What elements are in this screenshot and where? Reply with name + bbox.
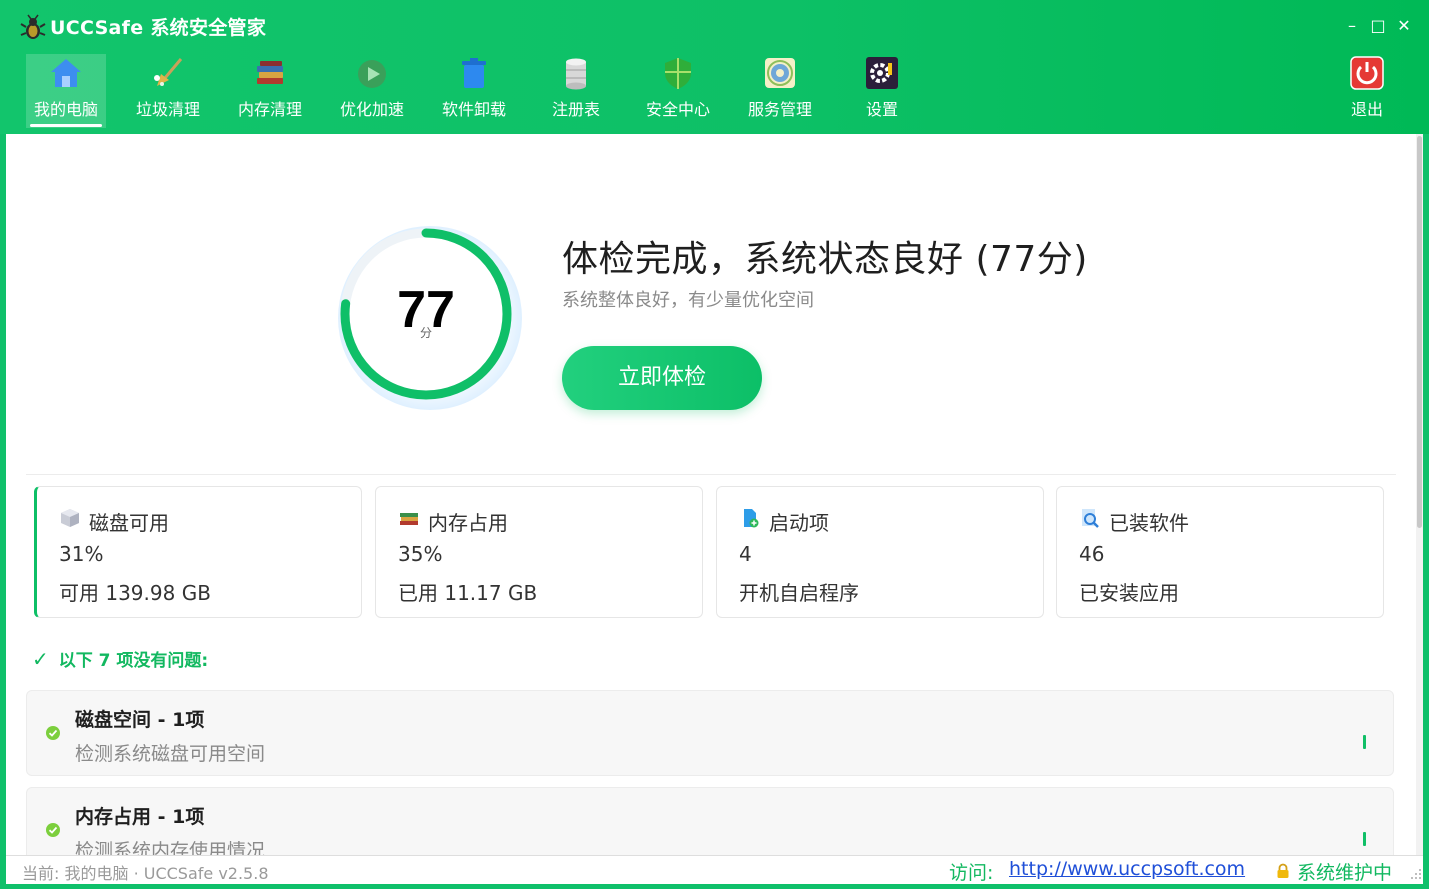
visit-label: 访问: — [949, 862, 994, 884]
stat-subtext: 已安装应用 — [1079, 581, 1179, 605]
home-icon — [51, 59, 81, 87]
nav-label: 注册表 — [551, 100, 600, 119]
database-icon — [566, 58, 586, 90]
nav-label: 优化加速 — [339, 100, 404, 119]
start-check-button[interactable]: 立即体检 — [562, 346, 762, 410]
nav-label: 软件卸载 — [441, 100, 506, 119]
books-icon — [257, 61, 283, 84]
gear-icon — [866, 57, 898, 89]
nav-item-registry[interactable]: 注册表 — [536, 54, 616, 128]
stat-subtext: 可用 139.98 GB — [59, 581, 211, 605]
nav-item-optimize[interactable]: 优化加速 — [332, 54, 412, 128]
check-circle-icon — [46, 726, 60, 740]
minimize-button[interactable]: – — [1343, 17, 1361, 35]
check-item-desc: 检测系统内存使用情况 — [75, 840, 266, 855]
stat-value: 35% — [398, 542, 443, 566]
software-search-icon — [1082, 509, 1099, 528]
check-item[interactable]: 磁盘空间 - 1项 检测系统磁盘可用空间 — [26, 690, 1394, 776]
scrollbar-thumb[interactable] — [1417, 136, 1422, 528]
website-link[interactable]: http://www.uccpsoft.com — [1009, 858, 1245, 880]
services-icon — [765, 58, 795, 88]
broom-icon — [154, 58, 183, 86]
nav-item-junk-clean[interactable]: 垃圾清理 — [128, 54, 208, 128]
stat-value: 31% — [59, 542, 104, 566]
resize-grip-icon[interactable] — [1410, 868, 1422, 880]
status-bar: 当前: 我的电脑 · UCCSafe v2.5.8 访问: http://www… — [6, 855, 1423, 884]
power-icon — [1350, 56, 1384, 90]
main-content[interactable]: 77 分 体检完成，系统状态良好 (77分) 系统整体良好，有少量优化空间 立即… — [6, 134, 1423, 855]
active-tab-indicator — [30, 124, 102, 127]
lock-icon — [1277, 863, 1289, 878]
current-location: 当前: 我的电脑 · UCCSafe v2.5.8 — [22, 864, 269, 883]
checkmark-icon: ✓ — [32, 647, 49, 671]
disk-icon — [61, 509, 79, 527]
stat-title: 已装软件 — [1109, 511, 1189, 535]
nav-label: 垃圾清理 — [135, 100, 200, 119]
header: UCCSafe 系统安全管家 – □ ✕ 我的电脑 垃圾清理 内存清理 优化加速… — [0, 0, 1429, 134]
stat-subtext: 开机自启程序 — [739, 581, 859, 605]
page-title: 体检完成，系统状态良好 (77分) — [562, 239, 1088, 280]
nav-label: 安全中心 — [645, 100, 710, 119]
status-indicator — [1363, 832, 1366, 846]
nav-item-memory-clean[interactable]: 内存清理 — [230, 54, 310, 128]
stat-card-software[interactable]: 已装软件 46 已安装应用 — [1056, 486, 1384, 618]
check-circle-icon — [46, 823, 60, 837]
summary-subtitle: 系统整体良好，有少量优化空间 — [562, 290, 814, 311]
startup-file-icon — [744, 509, 759, 528]
trash-icon — [462, 58, 486, 88]
check-item-desc: 检测系统磁盘可用空间 — [75, 743, 266, 765]
stat-value: 46 — [1079, 542, 1105, 566]
nav-item-uninstall[interactable]: 软件卸载 — [434, 54, 514, 128]
nav-label: 内存清理 — [237, 100, 302, 119]
stat-title: 磁盘可用 — [89, 511, 169, 535]
score-unit: 分 — [419, 326, 432, 340]
no-issues-heading: ✓ 以下 7 项没有问题: — [32, 646, 208, 671]
maximize-button[interactable]: □ — [1369, 17, 1387, 35]
nav-label: 设置 — [865, 100, 898, 119]
stat-title: 内存占用 — [428, 511, 508, 535]
nav-item-settings[interactable]: 设置 — [842, 54, 922, 128]
nav-label: 服务管理 — [747, 100, 812, 119]
check-item[interactable]: 内存占用 - 1项 检测系统内存使用情况 — [26, 787, 1394, 855]
stat-title: 启动项 — [769, 511, 829, 535]
stat-card-startup[interactable]: 启动项 4 开机自启程序 — [716, 486, 1044, 618]
stat-card-disk[interactable]: 磁盘可用 31% 可用 139.98 GB — [34, 486, 362, 618]
stat-card-memory[interactable]: 内存占用 35% 已用 11.17 GB — [375, 486, 703, 618]
divider — [26, 474, 1396, 475]
bug-logo-icon — [20, 14, 46, 39]
app-window: UCCSafe 系统安全管家 – □ ✕ 我的电脑 垃圾清理 内存清理 优化加速… — [0, 0, 1429, 889]
nav-item-my-computer[interactable]: 我的电脑 — [26, 54, 106, 128]
status-indicator — [1363, 735, 1366, 749]
stat-value: 4 — [739, 542, 752, 566]
no-issues-text: 以下 7 项没有问题: — [58, 651, 209, 671]
maintenance-status: 系统维护中 — [1297, 862, 1393, 884]
play-icon — [358, 60, 386, 88]
memory-books-icon — [400, 513, 418, 525]
app-title: UCCSafe 系统安全管家 — [50, 17, 267, 39]
nav-item-security-center[interactable]: 安全中心 — [638, 54, 718, 128]
stat-subtext: 已用 11.17 GB — [398, 581, 538, 605]
title-bar[interactable]: UCCSafe 系统安全管家 – □ ✕ — [0, 0, 1429, 52]
nav-label: 我的电脑 — [33, 100, 98, 119]
close-button[interactable]: ✕ — [1395, 17, 1413, 35]
exit-button[interactable]: 退出 — [1327, 54, 1407, 128]
check-item-title: 内存占用 - 1项 — [75, 806, 205, 828]
shield-icon — [665, 58, 691, 89]
exit-label: 退出 — [1350, 100, 1383, 119]
check-item-title: 磁盘空间 - 1项 — [75, 709, 205, 731]
nav-item-services[interactable]: 服务管理 — [740, 54, 820, 128]
